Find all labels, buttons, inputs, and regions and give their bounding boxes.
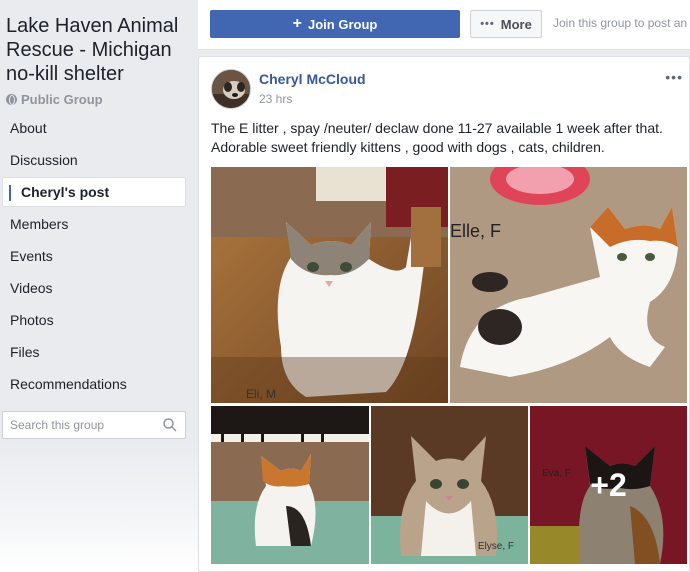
- nav-item-label: About: [10, 120, 47, 136]
- kitten-photo-eli: [211, 167, 448, 403]
- globe-icon: [6, 94, 17, 105]
- nav-item-label: Events: [10, 248, 53, 264]
- nav-item-members[interactable]: Members: [0, 208, 190, 240]
- plus-icon: +: [292, 15, 302, 32]
- kitten-photo-3: [211, 406, 369, 564]
- ellipsis-icon: •••: [480, 18, 495, 30]
- avatar-image: [212, 70, 250, 108]
- post-photo[interactable]: Elle, F: [450, 167, 687, 403]
- nav-item-discussion[interactable]: Discussion: [0, 144, 190, 176]
- more-photos-overlay[interactable]: +2: [530, 406, 687, 564]
- privacy-label: Public Group: [21, 92, 103, 107]
- active-indicator: [9, 185, 11, 201]
- join-group-button[interactable]: + Join Group: [210, 10, 460, 38]
- post-photo[interactable]: Eli, M: [211, 167, 448, 403]
- nav-item-files[interactable]: Files: [0, 336, 190, 368]
- author-avatar[interactable]: [211, 69, 251, 109]
- kitten-photo-elle: [450, 167, 687, 403]
- group-action-bar: + Join Group ••• More Join this group to…: [198, 0, 690, 50]
- post-photo[interactable]: [211, 406, 369, 564]
- search-icon[interactable]: [163, 418, 177, 432]
- nav-item-cheryls-post[interactable]: Cheryl's post: [2, 177, 186, 207]
- more-button[interactable]: ••• More: [470, 10, 542, 38]
- group-search: [2, 411, 186, 439]
- nav-item-recommendations[interactable]: Recommendations: [0, 368, 190, 400]
- group-sidebar: Lake Haven Animal Rescue - Michigan no-k…: [0, 0, 198, 572]
- post-photo-more[interactable]: Eva, F +2: [530, 406, 687, 564]
- post-photo[interactable]: Elyse, F: [371, 406, 528, 564]
- post-options-icon[interactable]: •••: [665, 69, 683, 85]
- join-hint-text: Join this group to post an: [553, 16, 688, 30]
- group-nav: About Discussion Cheryl's post Members E…: [0, 112, 190, 400]
- group-search-input[interactable]: [3, 412, 153, 438]
- nav-item-about[interactable]: About: [0, 112, 190, 144]
- join-group-label: Join Group: [308, 16, 378, 32]
- group-name[interactable]: Lake Haven Animal Rescue - Michigan no-k…: [6, 14, 196, 86]
- post-author[interactable]: Cheryl McCloud: [259, 71, 366, 87]
- nav-item-label: Cheryl's post: [21, 184, 110, 200]
- post-text: The E litter , spay /neuter/ declaw done…: [211, 120, 663, 155]
- photo-caption: Eli, M: [246, 387, 276, 401]
- nav-item-label: Members: [10, 216, 69, 232]
- nav-item-videos[interactable]: Videos: [0, 272, 190, 304]
- nav-item-photos[interactable]: Photos: [0, 304, 190, 336]
- group-privacy: Public Group: [6, 92, 103, 107]
- nav-item-label: Photos: [10, 312, 54, 328]
- nav-item-label: Discussion: [10, 152, 78, 168]
- nav-item-label: Files: [10, 344, 40, 360]
- sidebar-fade: [0, 440, 198, 572]
- photo-caption: Elle, F: [450, 221, 502, 241]
- more-label: More: [500, 16, 532, 32]
- nav-item-label: Recommendations: [10, 376, 127, 392]
- group-post: Cheryl McCloud 23 hrs ••• The E litter ,…: [198, 56, 690, 572]
- post-timestamp[interactable]: 23 hrs: [259, 92, 292, 106]
- nav-item-label: Videos: [10, 280, 53, 296]
- photo-caption: Elyse, F: [477, 541, 514, 552]
- nav-item-events[interactable]: Events: [0, 240, 190, 272]
